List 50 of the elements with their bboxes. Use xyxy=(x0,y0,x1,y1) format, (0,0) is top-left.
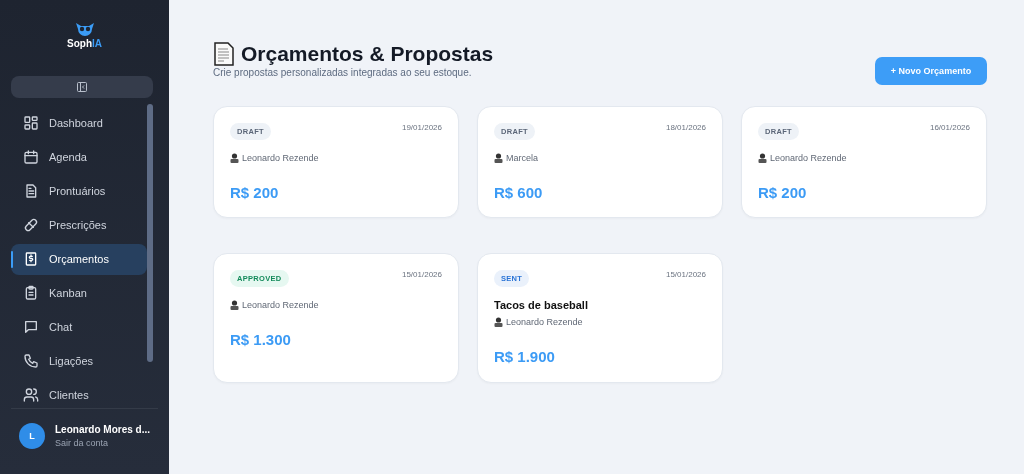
quote-date: 15/01/2026 xyxy=(665,270,706,279)
quote-date: 18/01/2026 xyxy=(665,123,706,132)
user-avatar: L xyxy=(19,423,45,449)
quote-date: 16/01/2026 xyxy=(929,123,970,132)
nav-item[interactable]: Orçamentos xyxy=(11,244,147,275)
nav-item[interactable]: Ligações xyxy=(11,346,147,377)
person-icon xyxy=(758,153,767,163)
dashboard-icon xyxy=(23,115,39,132)
person-icon xyxy=(230,300,239,310)
document-icon xyxy=(213,42,235,66)
quote-date: 15/01/2026 xyxy=(401,270,442,279)
quote-amount: R$ 1.300 xyxy=(230,331,292,348)
quote-title: Tacos de baseball xyxy=(494,299,589,311)
document-icon xyxy=(23,183,39,200)
calendar-icon xyxy=(23,149,39,166)
page-subtitle: Crie propostas personalizadas integradas ao seu estoque. xyxy=(213,67,473,78)
nav-item[interactable]: Kanban xyxy=(11,278,147,309)
logout-link[interactable]: Sair da conta xyxy=(55,438,150,448)
clipboard-icon xyxy=(23,285,39,302)
page-title: Orçamentos & Propostas xyxy=(241,42,494,66)
owl-logo-icon xyxy=(74,22,95,36)
nav-item[interactable]: Prescrições xyxy=(11,210,147,241)
person-icon xyxy=(494,317,503,327)
pill-icon xyxy=(23,217,39,234)
chat-icon xyxy=(23,319,39,336)
quote-date: 19/01/2026 xyxy=(401,123,442,132)
phone-icon xyxy=(23,353,39,370)
nav-item[interactable]: Prontuários xyxy=(11,176,147,207)
quote-amount: R$ 200 xyxy=(230,184,280,201)
dollar-document-icon xyxy=(23,251,39,268)
client-name: Leonardo Rezende xyxy=(242,300,319,310)
client-name: Leonardo Rezende xyxy=(506,317,583,327)
nav-item[interactable]: Chat xyxy=(11,312,147,343)
nav-item[interactable]: Dashboard xyxy=(11,108,147,139)
sidebar-collapse-icon xyxy=(76,81,88,93)
client-name: Leonardo Rezende xyxy=(242,153,319,163)
client-name: Leonardo Rezende xyxy=(770,153,847,163)
person-icon xyxy=(230,153,239,163)
quote-amount: R$ 600 xyxy=(494,184,544,201)
logo-text: SophIA xyxy=(67,38,102,49)
nav-item[interactable]: Agenda xyxy=(11,142,147,173)
quote-amount: R$ 1.900 xyxy=(494,348,556,365)
client-name: Marcela xyxy=(506,153,538,163)
user-name: Leonardo Mores d... xyxy=(55,424,150,435)
collapse-sidebar-button[interactable] xyxy=(11,76,153,98)
nav-item[interactable]: Clientes xyxy=(11,380,147,408)
quote-amount: R$ 200 xyxy=(758,184,808,201)
person-icon xyxy=(494,153,503,163)
users-icon xyxy=(23,387,39,404)
scrollbar[interactable] xyxy=(147,104,153,362)
